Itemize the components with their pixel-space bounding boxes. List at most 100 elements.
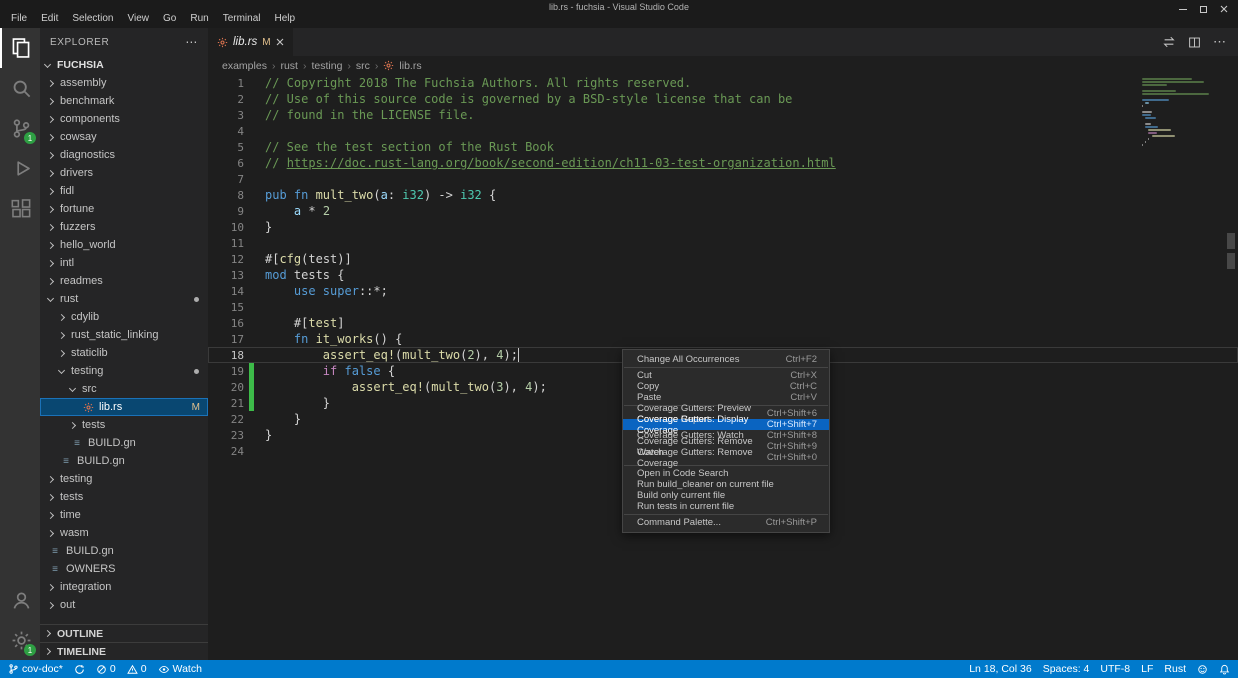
tree-item-build-gn[interactable]: ≡BUILD.gn [40,452,208,470]
extensions-icon[interactable] [0,188,40,228]
tree-item-lib-rs[interactable]: lib.rsM [40,398,208,416]
line-number[interactable]: 21 [208,397,244,410]
tree-item-fidl[interactable]: fidl [40,182,208,200]
line-number[interactable]: 5 [208,141,244,154]
status-warnings[interactable]: 0 [127,663,147,675]
line-number[interactable]: 23 [208,429,244,442]
editor-more-actions-icon[interactable]: ⋯ [1213,34,1226,50]
menu-run[interactable]: Run [183,12,215,25]
menu-item-run-tests-in-current-file[interactable]: Run tests in current file [623,501,829,512]
code-line-15[interactable]: 15 [208,299,1238,315]
line-number[interactable]: 14 [208,285,244,298]
tree-item-owners[interactable]: ≡OWNERS [40,560,208,578]
menu-item-copy[interactable]: CopyCtrl+C [623,381,829,392]
line-number[interactable]: 18 [208,349,244,362]
line-number[interactable]: 12 [208,253,244,266]
line-number[interactable]: 3 [208,109,244,122]
line-number[interactable]: 20 [208,381,244,394]
line-number[interactable]: 19 [208,365,244,378]
tree-item-wasm[interactable]: wasm [40,524,208,542]
menu-edit[interactable]: Edit [34,12,65,25]
status-language-mode[interactable]: Rust [1164,663,1186,675]
code-line-1[interactable]: 1// Copyright 2018 The Fuchsia Authors. … [208,75,1238,91]
more-actions-icon[interactable]: ⋯ [185,35,198,49]
menu-item-coverage-gutters-display-coverage[interactable]: Coverage Gutters: Display CoverageCtrl+S… [623,419,829,430]
tree-item-tests[interactable]: tests [40,488,208,506]
status-cursor-position[interactable]: Ln 18, Col 36 [969,663,1031,675]
explorer-icon[interactable] [0,28,40,68]
tree-item-fuzzers[interactable]: fuzzers [40,218,208,236]
source-control-icon[interactable]: 1 [0,108,40,148]
code-line-14[interactable]: 14 use super::*; [208,283,1238,299]
line-number[interactable]: 17 [208,333,244,346]
code-line-13[interactable]: 13mod tests { [208,267,1238,283]
run-debug-icon[interactable] [0,148,40,188]
tree-item-testing[interactable]: testing [40,470,208,488]
line-number[interactable]: 24 [208,445,244,458]
line-number[interactable]: 8 [208,189,244,202]
tree-item-tests[interactable]: tests [40,416,208,434]
tree-item-build-gn[interactable]: ≡BUILD.gn [40,542,208,560]
line-number[interactable]: 7 [208,173,244,186]
code-line-6[interactable]: 6// https://doc.rust-lang.org/book/secon… [208,155,1238,171]
tree-item-integration[interactable]: integration [40,578,208,596]
menu-item-cut[interactable]: CutCtrl+X [623,370,829,381]
status-feedback[interactable] [1197,664,1208,675]
status-git-branch[interactable]: cov-doc* [8,663,63,675]
line-number[interactable]: 15 [208,301,244,314]
line-number[interactable]: 16 [208,317,244,330]
menu-help[interactable]: Help [268,12,303,25]
tree-item-build-gn[interactable]: ≡BUILD.gn [40,434,208,452]
maximize-icon[interactable] [1200,6,1207,13]
status-indentation[interactable]: Spaces: 4 [1043,663,1090,675]
tree-item-intl[interactable]: intl [40,254,208,272]
tree-item-staticlib[interactable]: staticlib [40,344,208,362]
code-line-7[interactable]: 7 [208,171,1238,187]
breadcrumb-examples[interactable]: examples [222,60,267,72]
open-changes-icon[interactable] [1162,35,1176,49]
menu-item-paste[interactable]: PasteCtrl+V [623,392,829,403]
tree-item-testing[interactable]: testing [40,362,208,380]
search-icon[interactable] [0,68,40,108]
code-line-11[interactable]: 11 [208,235,1238,251]
menu-item-coverage-gutters-remove-coverage[interactable]: Coverage Gutters: Remove CoverageCtrl+Sh… [623,452,829,463]
code-line-16[interactable]: 16 #[test] [208,315,1238,331]
tree-item-src[interactable]: src [40,380,208,398]
line-number[interactable]: 22 [208,413,244,426]
line-number[interactable]: 9 [208,205,244,218]
status-errors[interactable]: 0 [96,663,116,675]
breadcrumb-testing[interactable]: testing [311,60,342,72]
menu-view[interactable]: View [121,12,157,25]
menu-file[interactable]: File [4,12,34,25]
tree-item-readmes[interactable]: readmes [40,272,208,290]
code-line-9[interactable]: 9 a * 2 [208,203,1238,219]
split-editor-icon[interactable] [1188,36,1201,49]
accounts-icon[interactable] [0,580,40,620]
timeline-section[interactable]: TIMELINE [40,642,208,660]
tree-item-cdylib[interactable]: cdylib [40,308,208,326]
menu-item-change-all-occurrences[interactable]: Change All OccurrencesCtrl+F2 [623,354,829,365]
menu-item-build-only-current-file[interactable]: Build only current file [623,490,829,501]
menu-item-open-in-code-search[interactable]: Open in Code Search [623,468,829,479]
outline-section[interactable]: OUTLINE [40,624,208,642]
line-number[interactable]: 13 [208,269,244,282]
close-tab-icon[interactable] [276,38,284,46]
line-number[interactable]: 11 [208,237,244,250]
status-eol[interactable]: LF [1141,663,1153,675]
tree-item-fortune[interactable]: fortune [40,200,208,218]
line-number[interactable]: 10 [208,221,244,234]
code-line-3[interactable]: 3// found in the LICENSE file. [208,107,1238,123]
breadcrumb-rust[interactable]: rust [280,60,298,72]
line-number[interactable]: 4 [208,125,244,138]
tree-item-drivers[interactable]: drivers [40,164,208,182]
tree-item-assembly[interactable]: assembly [40,74,208,92]
code-line-17[interactable]: 17 fn it_works() { [208,331,1238,347]
menu-go[interactable]: Go [156,12,183,25]
status-encoding[interactable]: UTF-8 [1100,663,1130,675]
code-line-5[interactable]: 5// See the test section of the Rust Boo… [208,139,1238,155]
tree-item-benchmark[interactable]: benchmark [40,92,208,110]
breadcrumb-lib-rs[interactable]: lib.rs [399,60,421,72]
tree-item-rust[interactable]: rust [40,290,208,308]
tree-item-diagnostics[interactable]: diagnostics [40,146,208,164]
tree-item-components[interactable]: components [40,110,208,128]
